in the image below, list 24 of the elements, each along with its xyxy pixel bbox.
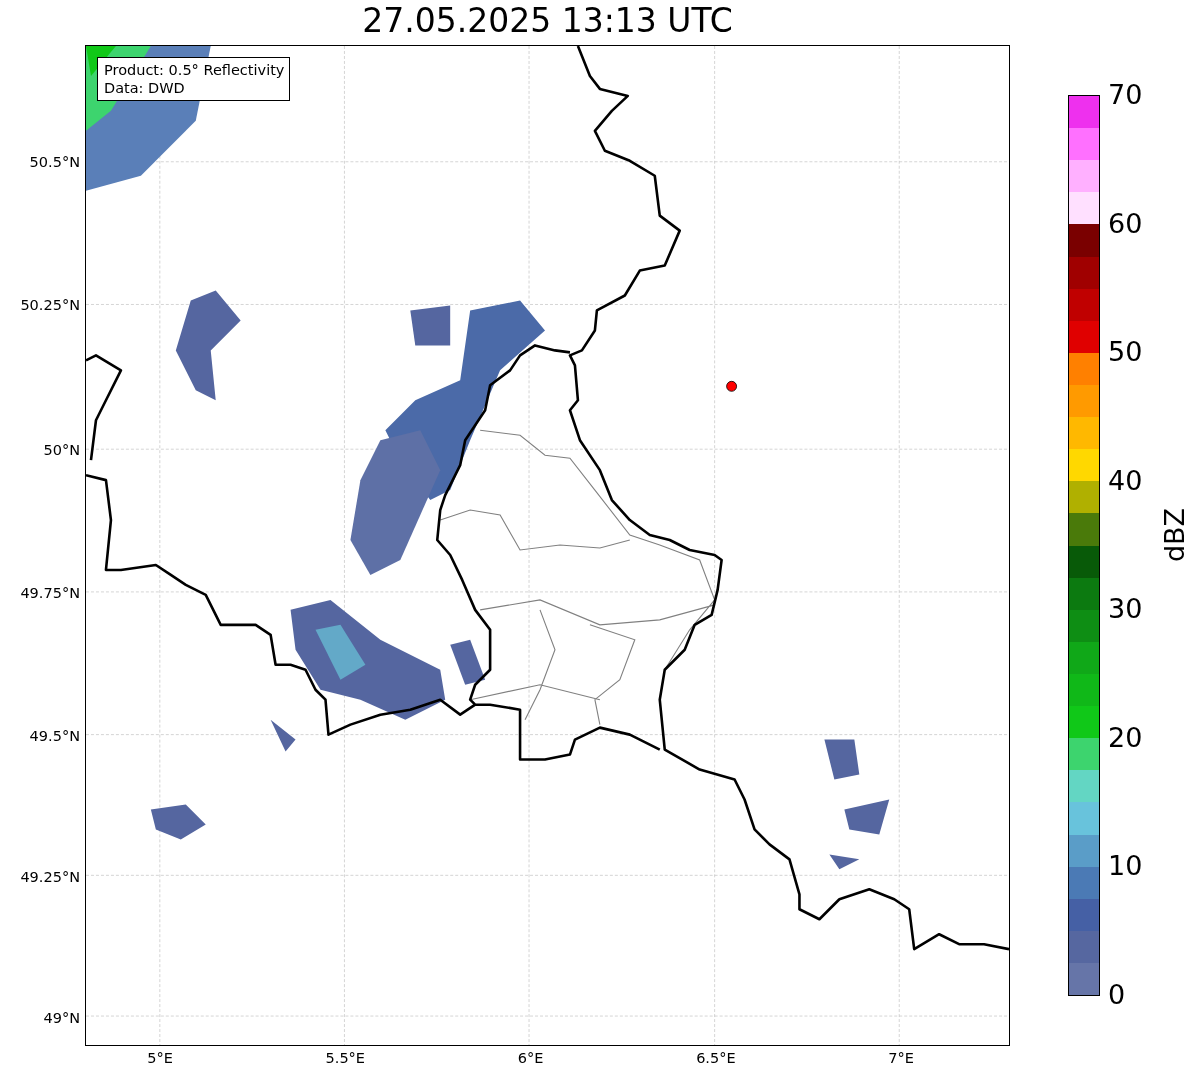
colorbar-tick-label: 0 <box>1108 978 1126 1012</box>
colorbar-tick-label: 20 <box>1108 720 1143 755</box>
colorbar-label: dBZ <box>1160 507 1191 563</box>
axis-tick-label: 50.5°N <box>28 153 80 171</box>
colorbar-tick-label: 70 <box>1108 78 1143 112</box>
axis-tick-label: 49°N <box>42 1009 80 1027</box>
axis-tick-label: 49.25°N <box>19 868 80 886</box>
axis-tick-label: 7°E <box>887 1049 915 1067</box>
colorbar-tick-label: 60 <box>1108 206 1143 241</box>
colorbar-tick-label: 30 <box>1108 592 1143 627</box>
axis-tick-label: 6°E <box>516 1049 545 1067</box>
chart-title: 27.05.2025 13:13 UTC <box>361 0 734 42</box>
axis-tick-label: 50°N <box>42 441 80 459</box>
colorbar-tick-label: 40 <box>1108 463 1143 498</box>
axis-tick-label: 50.25°N <box>19 296 80 314</box>
axis-tick-label: 6.5°E <box>695 1049 737 1067</box>
axis-tick-label: 5.5°E <box>324 1049 367 1067</box>
legend-text: Data: DWD <box>104 79 186 97</box>
legend-text: Product: 0.5° Reflectivity <box>104 61 285 79</box>
axis-tick-label: 49.5°N <box>28 727 80 745</box>
colorbar-tick-label: 50 <box>1108 335 1143 370</box>
axis-tick-label: 5°E <box>146 1049 174 1067</box>
axis-tick-label: 49.75°N <box>19 584 80 602</box>
colorbar-tick-label: 10 <box>1108 849 1143 884</box>
